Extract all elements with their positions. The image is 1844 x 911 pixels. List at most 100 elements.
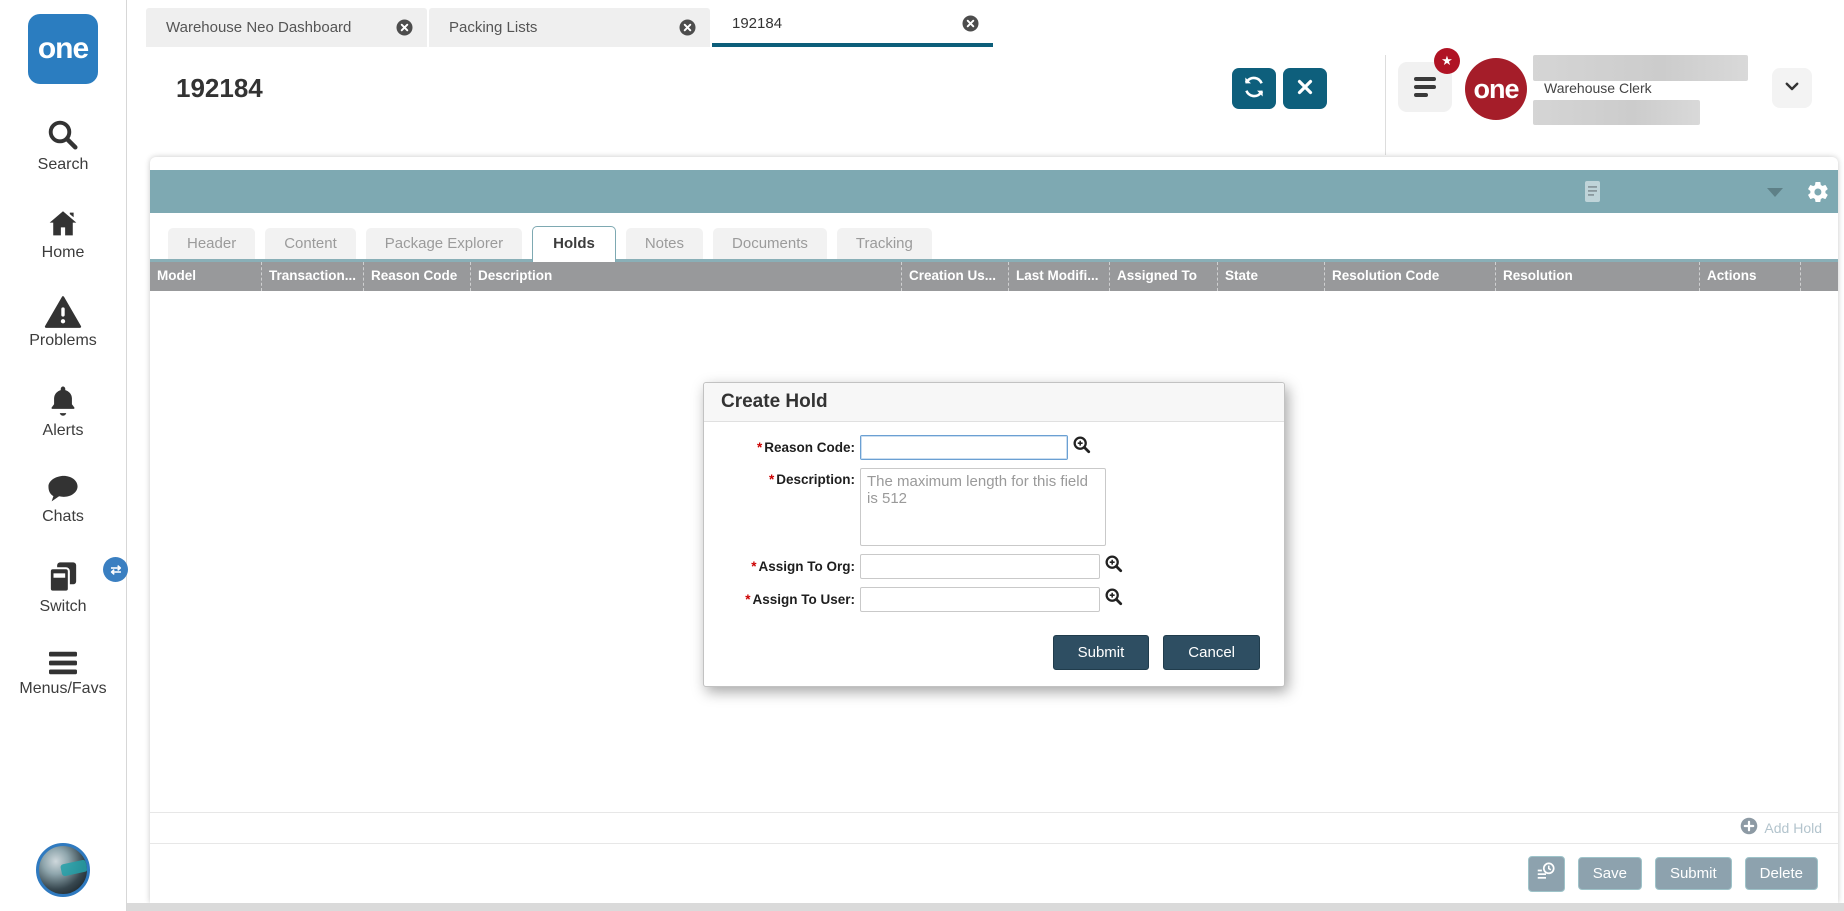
chevron-down-icon[interactable] <box>1767 188 1783 197</box>
dialog-body: *Reason Code: *Description: *Assign To O… <box>704 422 1284 623</box>
panel-toolbar <box>150 170 1838 213</box>
holds-table-header: Model Transaction... Reason Code Descrip… <box>150 262 1838 291</box>
home-icon <box>45 207 81 241</box>
sidebar-item-home[interactable]: Home <box>42 207 84 262</box>
one-logo-blue[interactable]: one <box>28 14 98 84</box>
column-header-creation-user[interactable]: Creation Us... <box>901 262 1008 291</box>
search-icon <box>45 117 81 153</box>
card-top-padding <box>150 157 1838 170</box>
tab-label: Packing Lists <box>449 19 538 36</box>
sidebar-item-label: Menus/Favs <box>19 680 107 697</box>
record-action-bar: Save Submit Delete <box>150 843 1838 903</box>
tab-warehouse-neo-dashboard[interactable]: Warehouse Neo Dashboard <box>146 8 427 47</box>
column-header-assigned-to[interactable]: Assigned To <box>1109 262 1217 291</box>
tab-content[interactable]: Content <box>265 228 356 259</box>
swap-arrows-icon[interactable]: ⇄ <box>103 557 129 582</box>
delete-button[interactable]: Delete <box>1744 857 1818 890</box>
lookup-icon[interactable] <box>1104 554 1124 579</box>
column-header-filler <box>1800 262 1838 291</box>
save-button[interactable]: Save <box>1577 857 1642 890</box>
assign-to-org-input[interactable] <box>860 554 1100 579</box>
add-hold-row: Add Hold <box>150 812 1838 843</box>
tab-192184[interactable]: 192184 <box>712 4 993 47</box>
add-hold-button[interactable]: Add Hold <box>1740 817 1822 840</box>
column-header-actions[interactable]: Actions <box>1699 262 1800 291</box>
column-header-reason-code[interactable]: Reason Code <box>363 262 470 291</box>
document-icon[interactable] <box>1583 179 1603 209</box>
refresh-button[interactable] <box>1232 68 1276 109</box>
sidebar-item-problems[interactable]: Problems <box>29 295 97 350</box>
one-logo-text: one <box>1473 73 1519 104</box>
sidebar-item-label: Switch <box>39 598 87 615</box>
header-divider <box>1385 55 1386 155</box>
column-header-resolution-code[interactable]: Resolution Code <box>1324 262 1495 291</box>
gear-icon[interactable] <box>1806 180 1830 209</box>
chat-bubble-icon <box>45 473 81 505</box>
create-hold-dialog: Create Hold * Reason Code: * Description: … <box>703 382 1285 687</box>
tab-label: 192184 <box>732 15 783 32</box>
assign-to-org-label: * Assign To Org: <box>751 559 855 574</box>
reason-code-label: * Reason Code: <box>756 440 855 455</box>
add-hold-label: Add Hold <box>1764 820 1822 836</box>
sidebar-item-search[interactable]: Search <box>37 117 89 174</box>
redacted-user-org <box>1533 100 1700 125</box>
assign-to-user-label: * Assign To User: <box>745 592 855 607</box>
column-header-model[interactable]: Model <box>150 262 261 291</box>
description-row: * Description: <box>724 468 1264 546</box>
redacted-user-name <box>1533 55 1748 81</box>
tab-documents[interactable]: Documents <box>713 228 827 259</box>
sidebar-item-alerts[interactable]: Alerts <box>42 383 84 440</box>
tab-tracking[interactable]: Tracking <box>836 228 932 259</box>
column-header-resolution[interactable]: Resolution <box>1495 262 1699 291</box>
tab-close-icon[interactable] <box>396 19 413 36</box>
lookup-icon[interactable] <box>1104 587 1124 612</box>
sidebar-item-menus-favs[interactable]: Menus/Favs <box>19 649 107 698</box>
dialog-header: Create Hold <box>704 383 1284 422</box>
one-logo-red[interactable]: one <box>1465 58 1527 120</box>
tab-close-icon[interactable] <box>962 15 979 32</box>
tab-notes[interactable]: Notes <box>625 228 704 259</box>
description-textarea[interactable] <box>860 468 1106 546</box>
history-button[interactable] <box>1527 855 1565 892</box>
sidebar-item-label: Problems <box>29 332 97 349</box>
sidebar-item-chats[interactable]: Chats <box>42 473 84 526</box>
warning-triangle-icon <box>44 295 82 329</box>
bell-icon <box>46 383 80 419</box>
column-header-last-modified[interactable]: Last Modifi... <box>1008 262 1109 291</box>
tab-close-icon[interactable] <box>679 19 696 36</box>
user-menu-chevron-button[interactable] <box>1772 68 1812 108</box>
left-sidebar: one Search Home Problems Alerts Chats ⇄ … <box>0 0 129 911</box>
dialog-buttons: Submit Cancel <box>704 623 1284 686</box>
close-record-button[interactable] <box>1283 68 1327 109</box>
close-icon <box>1295 77 1315 100</box>
column-header-description[interactable]: Description <box>470 262 901 291</box>
dialog-title: Create Hold <box>721 391 828 412</box>
assign-to-user-input[interactable] <box>860 587 1100 612</box>
hamburger-icon <box>46 649 80 677</box>
tab-packing-lists[interactable]: Packing Lists <box>429 8 710 47</box>
lookup-icon[interactable] <box>1072 435 1092 460</box>
sidebar-item-switch[interactable]: ⇄ Switch <box>39 557 129 616</box>
column-header-transaction[interactable]: Transaction... <box>261 262 363 291</box>
dialog-submit-button[interactable]: Submit <box>1052 635 1150 670</box>
star-badge-icon: ★ <box>1434 48 1460 74</box>
menu-icon <box>1414 77 1436 81</box>
column-header-state[interactable]: State <box>1217 262 1324 291</box>
chevron-down-icon <box>1783 77 1801 100</box>
reason-code-row: * Reason Code: <box>724 435 1264 460</box>
one-logo-text: one <box>37 32 89 65</box>
submit-button[interactable]: Submit <box>1654 857 1732 890</box>
tab-package-explorer[interactable]: Package Explorer <box>365 228 523 259</box>
detail-tabs: Header Content Package Explorer Holds No… <box>150 213 1838 262</box>
switch-windows-icon <box>44 559 82 595</box>
sidebar-item-label: Alerts <box>42 422 84 439</box>
tab-holds[interactable]: Holds <box>532 226 616 262</box>
sidebar-item-label: Search <box>37 156 89 173</box>
history-icon <box>1535 861 1557 887</box>
dialog-cancel-button[interactable]: Cancel <box>1163 635 1260 670</box>
tab-header[interactable]: Header <box>168 228 256 259</box>
page-header: 192184 ★ one Warehouse Clerk <box>136 47 1844 157</box>
reason-code-input[interactable] <box>860 435 1068 460</box>
bottom-avatar[interactable] <box>36 843 90 897</box>
sidebar-item-label: Chats <box>42 508 84 525</box>
